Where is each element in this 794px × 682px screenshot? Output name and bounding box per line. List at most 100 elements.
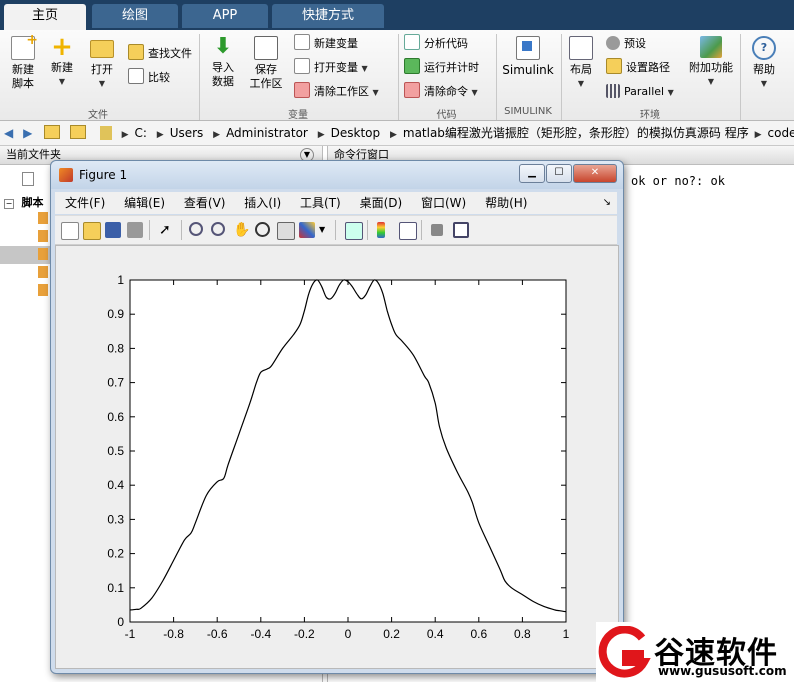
breadcrumb[interactable]: code: [768, 126, 794, 140]
chevron-down-icon: ▼: [577, 79, 585, 88]
figure-title-bar[interactable]: Figure 1 ▁ ☐ ✕: [51, 161, 623, 189]
x-tick-label: -0.4: [250, 627, 271, 641]
import-data-button[interactable]: ⬇ 导入 数据: [206, 36, 240, 89]
y-tick-label: 0.7: [107, 376, 124, 390]
x-tick-label: -0.6: [207, 627, 228, 641]
print-icon[interactable]: [127, 222, 143, 238]
minimize-button[interactable]: ▁: [519, 164, 545, 183]
brush-icon[interactable]: [299, 222, 315, 238]
link-plot-icon[interactable]: [345, 222, 363, 240]
open-variable-button[interactable]: 打开变量 ▼: [294, 58, 368, 78]
layout-button[interactable]: 布局 ▼: [566, 36, 596, 91]
find-files-button[interactable]: 查找文件: [128, 44, 192, 64]
tree-root[interactable]: − 脚本: [4, 194, 44, 210]
save-icon[interactable]: [105, 222, 121, 238]
run-and-time-button[interactable]: 运行并计时: [404, 58, 479, 78]
x-tick-label: 0.8: [514, 627, 531, 641]
preferences-button[interactable]: 预设: [606, 34, 646, 54]
divider: [181, 220, 182, 240]
set-path-button[interactable]: 设置路径: [606, 58, 670, 78]
tab-home[interactable]: 主页: [4, 4, 86, 30]
analyze-code-label: 分析代码: [424, 37, 468, 50]
folder-icon: [606, 58, 622, 74]
back-arrow-icon[interactable]: ◀: [4, 126, 13, 140]
chevron-down-icon: ▼: [707, 77, 715, 86]
open-button[interactable]: 打开 ▼: [86, 36, 118, 91]
pan-hand-icon[interactable]: ✋: [233, 222, 250, 238]
menu-window[interactable]: 窗口(W): [421, 196, 466, 210]
new-figure-icon[interactable]: [61, 222, 79, 240]
menu-desktop[interactable]: 桌面(D): [360, 196, 403, 210]
data-cursor-icon[interactable]: [277, 222, 295, 240]
show-plot-tools-icon[interactable]: [453, 222, 469, 238]
divider: [149, 220, 150, 240]
parallel-button[interactable]: Parallel ▼: [606, 82, 674, 102]
line-plot[interactable]: -1 -0.8 -0.6 -0.4 -0.2 0 0.2 0.4 0.6 0.8 1 0 0.1 0.2 0…: [56, 246, 618, 668]
figure-window[interactable]: Figure 1 ▁ ☐ ✕ 文件(F) 编辑(E) 查看(V) 插入(I) 工…: [50, 160, 624, 674]
close-button[interactable]: ✕: [573, 164, 617, 183]
x-tick-label: 0.6: [470, 627, 487, 641]
new-script-button[interactable]: + 新建 脚本: [6, 33, 40, 91]
breadcrumb[interactable]: matlab编程激光谐振腔（矩形腔，条形腔）的模拟仿真源码 程序: [403, 126, 749, 140]
menu-tools[interactable]: 工具(T): [300, 196, 341, 210]
chevron-down-icon[interactable]: ▼: [319, 225, 325, 234]
rotate-3d-icon[interactable]: [255, 222, 270, 237]
open-file-icon[interactable]: [83, 222, 101, 240]
zoom-out-icon[interactable]: [211, 222, 225, 236]
chevron-right-icon: ▶: [389, 130, 397, 140]
menu-view[interactable]: 查看(V): [184, 196, 226, 210]
breadcrumb[interactable]: Desktop: [331, 126, 381, 140]
pointer-icon[interactable]: ➚: [159, 222, 175, 238]
breadcrumb[interactable]: C:: [135, 126, 147, 140]
script-file-icon: [38, 266, 48, 278]
new-button[interactable]: + 新建 ▼: [46, 34, 78, 89]
compare-button[interactable]: 比较: [128, 68, 170, 88]
browse-folder-icon[interactable]: [69, 125, 86, 139]
tab-apps[interactable]: APP: [182, 4, 268, 28]
menu-help[interactable]: 帮助(H): [485, 196, 527, 210]
dock-arrow-icon[interactable]: ↘: [603, 192, 611, 214]
save-workspace-label: 保存 工作区: [249, 63, 283, 90]
help-button[interactable]: ? 帮助 ▼: [748, 36, 780, 91]
clear-workspace-button[interactable]: 清除工作区 ▼: [294, 82, 379, 102]
y-tick-label: 0.4: [107, 478, 124, 492]
matlab-logo-icon: [59, 168, 73, 182]
menu-insert[interactable]: 插入(I): [244, 196, 281, 210]
new-variable-button[interactable]: 新建变量: [294, 34, 358, 54]
breadcrumb[interactable]: Users: [170, 126, 204, 140]
clear-commands-button[interactable]: 清除命令 ▼: [404, 82, 478, 102]
compare-icon: [128, 68, 144, 84]
menu-file[interactable]: 文件(F): [65, 196, 105, 210]
file-icon: [22, 172, 34, 186]
colorbar-icon[interactable]: [377, 222, 385, 238]
eraser-icon: [404, 82, 420, 98]
zoom-in-icon[interactable]: [189, 222, 203, 236]
divider: [367, 220, 368, 240]
hide-plot-tools-icon[interactable]: [431, 224, 443, 236]
env-group-label: 环境: [640, 110, 660, 121]
forward-arrow-icon[interactable]: ▶: [23, 126, 32, 140]
breadcrumb[interactable]: Administrator: [226, 126, 308, 140]
tab-shortcuts[interactable]: 快捷方式: [272, 4, 384, 28]
up-folder-icon[interactable]: [44, 125, 61, 139]
watermark-g-mark: [598, 626, 651, 678]
script-file-icon: [38, 284, 48, 296]
simulink-label: Simulink: [502, 63, 554, 77]
collapse-icon[interactable]: −: [4, 199, 14, 209]
figure-canvas[interactable]: -1 -0.8 -0.6 -0.4 -0.2 0 0.2 0.4 0.6 0.8 1 0 0.1 0.2 0…: [55, 245, 619, 669]
menu-edit[interactable]: 编辑(E): [124, 196, 165, 210]
simulink-button[interactable]: Simulink: [502, 36, 554, 77]
figure-title: Figure 1: [79, 168, 128, 182]
x-tick-label: -0.8: [163, 627, 184, 641]
tab-plots[interactable]: 绘图: [92, 4, 178, 28]
y-tick-label: 1: [117, 273, 124, 287]
analyze-code-button[interactable]: 分析代码: [404, 34, 468, 54]
save-workspace-button[interactable]: 保存 工作区: [246, 36, 286, 91]
legend-icon[interactable]: [399, 222, 417, 240]
y-tick-label: 0.6: [107, 410, 124, 424]
help-icon: ?: [752, 36, 776, 60]
maximize-button[interactable]: ☐: [546, 164, 572, 183]
address-bar[interactable]: ◀ ▶ ▶ C: ▶ Users ▶ Administrator ▶ Desktop ▶…: [0, 121, 794, 146]
addons-button[interactable]: 附加功能 ▼: [686, 36, 736, 89]
y-tick-label: 0.5: [107, 444, 124, 458]
